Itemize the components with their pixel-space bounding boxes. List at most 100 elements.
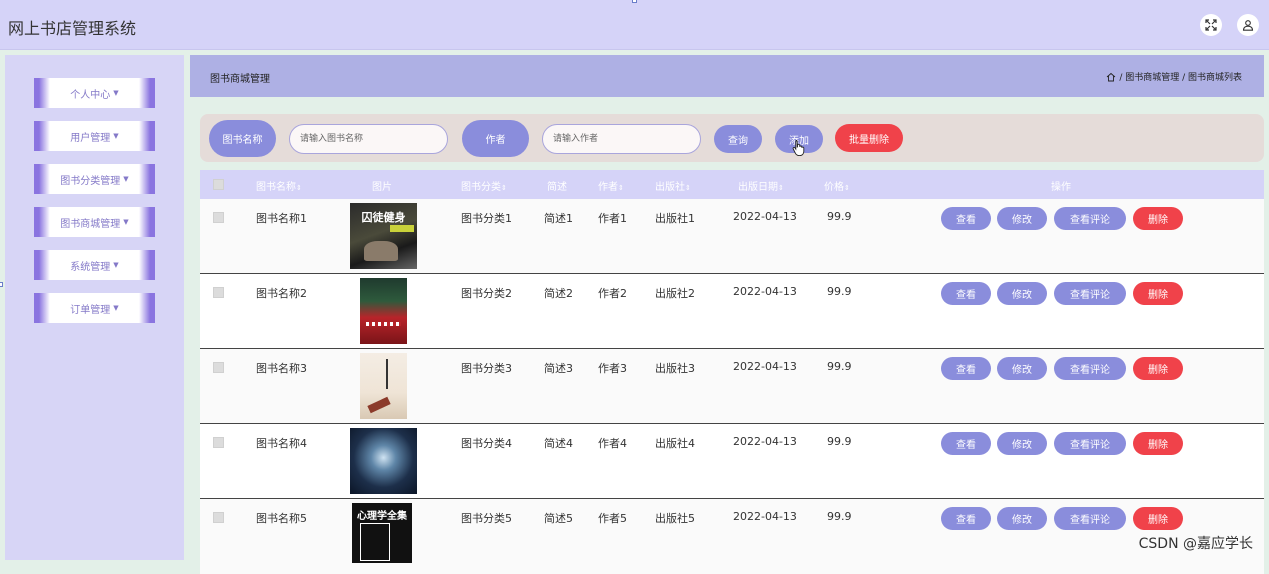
view-reviews-button[interactable]: 查看评论 <box>1054 507 1126 530</box>
sort-icon: ⇕ <box>844 184 850 192</box>
col-header-author[interactable]: 作者⇕ <box>598 178 624 193</box>
sidebar-item-label: 用户管理 <box>70 132 111 144</box>
edit-button[interactable]: 修改 <box>997 432 1047 455</box>
cell-price: 99.9 <box>827 510 852 523</box>
view-button[interactable]: 查看 <box>941 282 991 305</box>
row-checkbox[interactable] <box>213 212 224 223</box>
view-reviews-button[interactable]: 查看评论 <box>1054 207 1126 230</box>
caret-down-icon: ▼ <box>123 218 129 226</box>
cell-category: 图书分类4 <box>461 437 512 450</box>
cell-date: 2022-04-13 <box>733 360 797 373</box>
delete-button[interactable]: 删除 <box>1133 507 1183 530</box>
book-cover-image: 囚徒健身 <box>350 203 417 269</box>
col-header-category[interactable]: 图书分类⇕ <box>461 178 507 193</box>
sidebar-item-bookstore-management[interactable]: 图书商城管理 ▼ <box>34 207 155 237</box>
edit-button[interactable]: 修改 <box>997 282 1047 305</box>
batch-delete-button[interactable]: 批量删除 <box>835 124 903 152</box>
cell-name: 图书名称4 <box>256 437 307 450</box>
cell-category: 图书分类5 <box>461 512 512 525</box>
caret-down-icon: ▼ <box>113 89 119 97</box>
view-button[interactable]: 查看 <box>941 207 991 230</box>
caret-down-icon: ▼ <box>113 304 119 312</box>
cell-author: 作者4 <box>598 437 627 450</box>
top-header: 网上书店管理系统 <box>0 0 1269 50</box>
sort-icon: ⇕ <box>685 184 691 192</box>
cell-name: 图书名称3 <box>256 362 307 375</box>
sort-icon: ⇕ <box>618 184 624 192</box>
caret-down-icon: ▼ <box>113 132 119 140</box>
row-checkbox[interactable] <box>213 362 224 373</box>
table-row: 图书名称4 图书分类4 简述4 作者4 出版社4 2022-04-13 99.9… <box>200 424 1264 499</box>
sidebar-item-category-management[interactable]: 图书分类管理 ▼ <box>34 164 155 194</box>
edit-button[interactable]: 修改 <box>997 357 1047 380</box>
row-checkbox[interactable] <box>213 512 224 523</box>
cell-author: 作者2 <box>598 287 627 300</box>
col-header-publisher[interactable]: 出版社⇕ <box>655 178 691 193</box>
edit-button[interactable]: 修改 <box>997 207 1047 230</box>
view-button[interactable]: 查看 <box>941 357 991 380</box>
caret-down-icon: ▼ <box>123 175 129 183</box>
row-checkbox[interactable] <box>213 437 224 448</box>
table-row: 图书名称1 囚徒健身 图书分类1 简述1 作者1 出版社1 2022-04-13… <box>200 199 1264 274</box>
cover-title: 心理学全集 <box>357 511 407 522</box>
delete-button[interactable]: 删除 <box>1133 432 1183 455</box>
view-reviews-button[interactable]: 查看评论 <box>1054 432 1126 455</box>
resize-handle-top[interactable] <box>632 0 637 3</box>
cell-publisher: 出版社5 <box>655 512 695 525</box>
cell-category: 图书分类3 <box>461 362 512 375</box>
page-title: 图书商城管理 <box>210 74 270 85</box>
col-header-price[interactable]: 价格⇕ <box>824 178 850 193</box>
book-name-input[interactable] <box>289 124 448 154</box>
col-header-date[interactable]: 出版日期⇕ <box>738 178 784 193</box>
cell-name: 图书名称1 <box>256 212 307 225</box>
sidebar-item-personal-center[interactable]: 个人中心 ▼ <box>34 78 155 108</box>
delete-button[interactable]: 删除 <box>1133 207 1183 230</box>
delete-button[interactable]: 删除 <box>1133 357 1183 380</box>
view-reviews-button[interactable]: 查看评论 <box>1054 282 1126 305</box>
app-title: 网上书店管理系统 <box>8 19 137 38</box>
view-button[interactable]: 查看 <box>941 507 991 530</box>
author-input[interactable] <box>542 124 701 154</box>
view-button[interactable]: 查看 <box>941 432 991 455</box>
cell-price: 99.9 <box>827 360 852 373</box>
table-row: 图书名称5 心理学全集 图书分类5 简述5 作者5 出版社5 2022-04-1… <box>200 499 1264 574</box>
breadcrumb-path: / 图书商城管理 / 图书商城列表 <box>1106 70 1242 83</box>
table-row: 图书名称3 图书分类3 简述3 作者3 出版社3 2022-04-13 99.9… <box>200 349 1264 424</box>
cell-publisher: 出版社1 <box>655 212 695 225</box>
cell-price: 99.9 <box>827 285 852 298</box>
cover-title: 囚徒健身 <box>361 211 406 224</box>
sort-icon: ⇕ <box>296 184 302 192</box>
resize-handle-left[interactable] <box>0 282 3 287</box>
cell-category: 图书分类2 <box>461 287 512 300</box>
cell-price: 99.9 <box>827 210 852 223</box>
col-header-image: 图片 <box>372 182 392 193</box>
book-cover-image <box>360 278 407 344</box>
select-all-checkbox[interactable] <box>213 179 224 190</box>
cell-date: 2022-04-13 <box>733 285 797 298</box>
cell-summary: 简述3 <box>544 362 573 375</box>
breadcrumb-text[interactable]: / 图书商城管理 / 图书商城列表 <box>1119 70 1242 83</box>
sidebar-item-system-management[interactable]: 系统管理 ▼ <box>34 250 155 280</box>
col-header-actions: 操作 <box>1051 182 1071 193</box>
fullscreen-icon[interactable] <box>1200 14 1222 36</box>
cell-summary: 简述5 <box>544 512 573 525</box>
caret-down-icon: ▼ <box>113 261 119 269</box>
sidebar-item-user-management[interactable]: 用户管理 ▼ <box>34 121 155 151</box>
author-label: 作者 <box>462 120 529 157</box>
row-checkbox[interactable] <box>213 287 224 298</box>
query-button[interactable]: 查询 <box>714 125 762 153</box>
book-cover-image <box>350 428 417 494</box>
view-reviews-button[interactable]: 查看评论 <box>1054 357 1126 380</box>
edit-button[interactable]: 修改 <box>997 507 1047 530</box>
book-cover-image <box>360 353 407 419</box>
hand-cursor-icon <box>792 140 805 156</box>
delete-button[interactable]: 删除 <box>1133 282 1183 305</box>
home-icon[interactable] <box>1106 72 1116 82</box>
col-header-name[interactable]: 图书名称⇕ <box>256 178 302 193</box>
sidebar-item-label: 个人中心 <box>70 89 111 101</box>
book-table: 图书名称⇕ 图片 图书分类⇕ 简述 作者⇕ 出版社⇕ 出版日期⇕ 价格⇕ 操作 … <box>200 170 1264 574</box>
user-icon[interactable] <box>1237 14 1259 36</box>
sidebar-item-order-management[interactable]: 订单管理 ▼ <box>34 293 155 323</box>
cell-summary: 简述2 <box>544 287 573 300</box>
cell-author: 作者3 <box>598 362 627 375</box>
